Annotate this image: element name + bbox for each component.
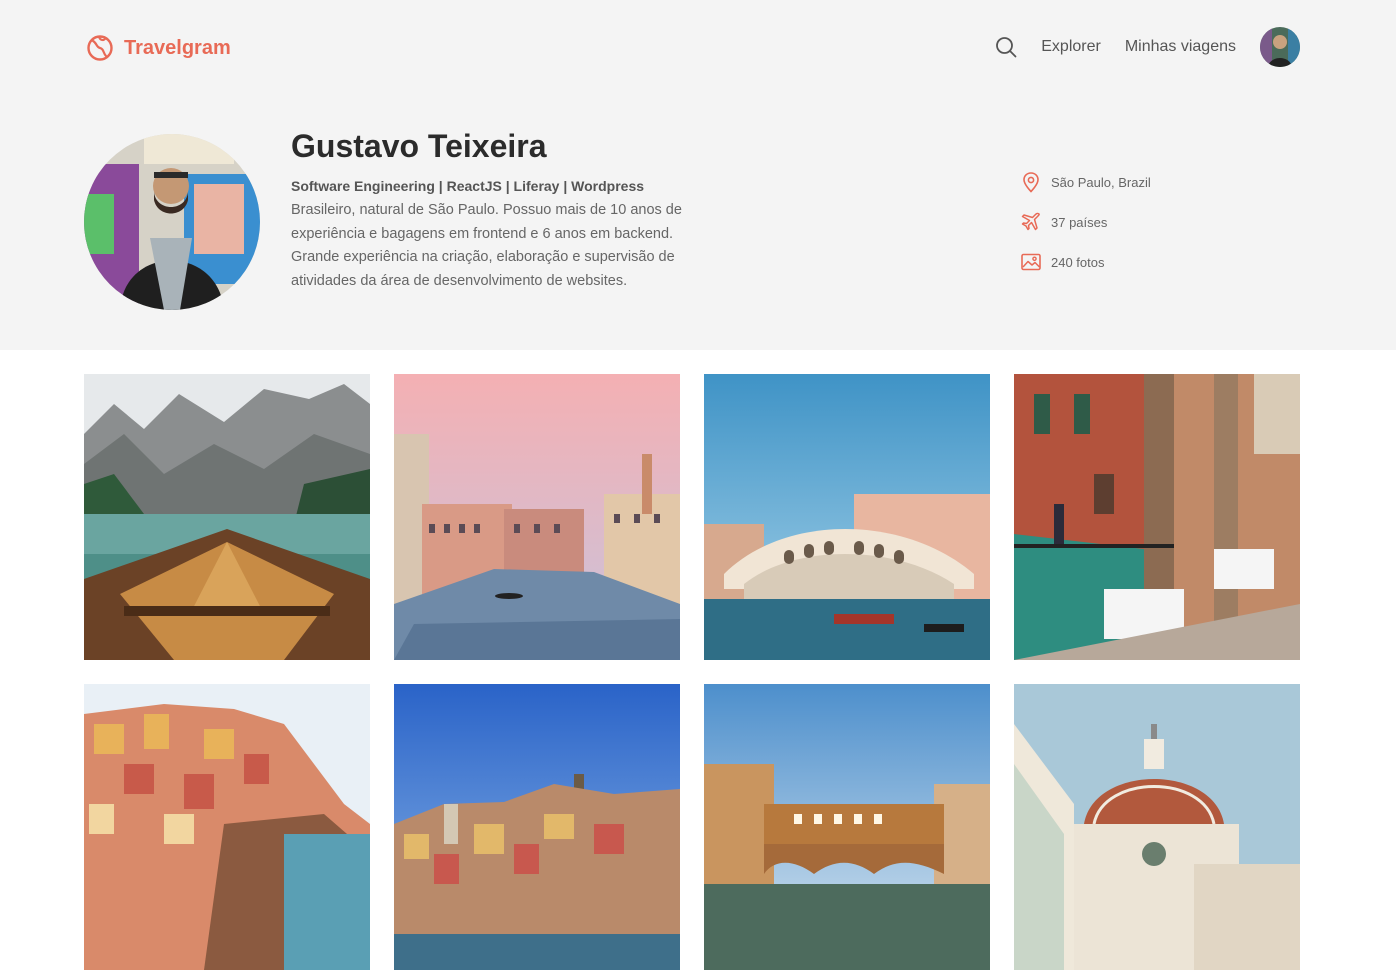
location-pin-icon [1023,172,1039,193]
top-nav: Explorer Minhas viagens [995,27,1300,67]
profile-name: Gustavo Teixeira [291,128,547,164]
stat-photos: 240 fotos [1020,250,1151,274]
stat-label: 37 países [1051,214,1108,230]
nav-link-minhas-viagens[interactable]: Minhas viagens [1125,38,1236,56]
profile-headline: Software Engineering | ReactJS | Liferay… [291,178,645,194]
profile-bio: Brasileiro, natural de São Paulo. Possuo… [291,202,682,289]
vernazza-coast-photo[interactable] [394,684,680,970]
venice-canal-cafe-photo[interactable] [1014,374,1300,660]
nav-link-explorer[interactable]: Explorer [1041,38,1101,56]
brand-name: Travelgram [124,36,231,59]
photo-grid [84,374,1300,970]
globe-icon [87,35,113,61]
lake-boat-mountains-photo[interactable] [84,374,370,660]
image-icon [1021,253,1041,271]
stat-countries: 37 países [1020,210,1151,234]
airplane-icon [1021,212,1040,231]
stat-location: São Paulo, Brazil [1020,170,1151,194]
profile-avatar [84,134,260,310]
brand-logo[interactable]: Travelgram [86,34,231,62]
rialto-bridge-photo[interactable] [704,374,990,660]
florence-duomo-photo[interactable] [1014,684,1300,970]
stat-label: São Paulo, Brazil [1051,174,1151,190]
manarola-cliff-photo[interactable] [84,684,370,970]
profile-stats: São Paulo, Brazil 37 países 240 fotos [1020,170,1151,290]
ponte-vecchio-photo[interactable] [704,684,990,970]
stat-label: 240 fotos [1051,254,1105,270]
user-avatar[interactable] [1260,27,1300,67]
search-icon[interactable] [995,36,1017,58]
venice-canal-sunset-photo[interactable] [394,374,680,660]
